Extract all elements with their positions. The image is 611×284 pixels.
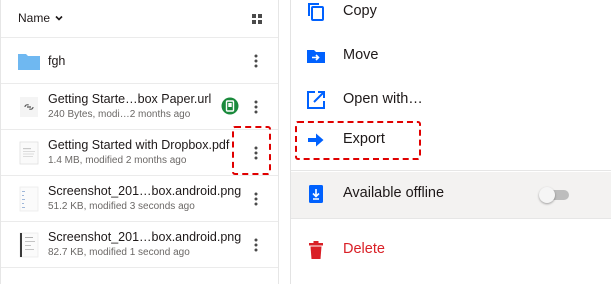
more-options-highlight [232, 126, 271, 175]
folder-icon [18, 54, 40, 70]
menu-divider [291, 170, 611, 171]
menu-item-available-offline[interactable]: Available offline [291, 172, 611, 218]
menu-item-copy[interactable]: Copy [291, 0, 611, 36]
file-name: Getting Starte…box Paper.url [48, 92, 212, 106]
export-highlight [295, 121, 421, 160]
sort-bar: Name [1, 0, 278, 38]
move-folder-icon [307, 50, 325, 63]
file-name: Getting Started with Dropbox.pdf [48, 138, 230, 152]
menu-item-label: Copy [343, 3, 377, 19]
toggle-knob [539, 187, 555, 203]
more-options-icon[interactable] [251, 53, 261, 69]
menu-divider [291, 218, 611, 219]
list-item[interactable]: Screenshot_201…box.android.png 51.2 KB, … [1, 176, 278, 222]
more-options-icon[interactable] [251, 99, 261, 115]
menu-item-label: Move [343, 47, 379, 63]
menu-item-delete[interactable]: Delete [291, 228, 611, 274]
file-meta: 240 Bytes, modi…2 months ago [48, 109, 191, 120]
context-menu-panel: Copy Move Open with… Export Available of… [290, 0, 611, 284]
file-meta: 1.4 MB, modified 2 months ago [48, 155, 187, 166]
copy-icon [308, 3, 324, 21]
image-thumbnail-icon [19, 232, 39, 258]
more-options-icon[interactable] [251, 237, 261, 253]
pdf-thumbnail-icon [19, 141, 39, 165]
more-options-icon[interactable] [251, 191, 261, 207]
list-item[interactable]: fgh [1, 38, 278, 84]
image-thumbnail-icon [19, 186, 39, 212]
trash-icon [309, 241, 323, 259]
grid-view-icon[interactable] [251, 13, 263, 25]
list-item[interactable]: Screenshot_201…box.android.png 82.7 KB, … [1, 222, 278, 268]
file-name: Screenshot_201…box.android.png [48, 184, 242, 198]
menu-item-label: Delete [343, 241, 385, 257]
available-offline-toggle[interactable] [539, 187, 569, 203]
file-name: fgh [48, 54, 66, 68]
list-item[interactable]: Getting Starte…box Paper.url 240 Bytes, … [1, 84, 278, 130]
file-meta: 82.7 KB, modified 1 second ago [48, 247, 190, 258]
file-name: Screenshot_201…box.android.png [48, 230, 242, 244]
available-offline-badge-icon [221, 97, 239, 115]
menu-item-label: Available offline [343, 185, 445, 201]
menu-item-label: Open with… [343, 91, 423, 107]
offline-download-icon [309, 185, 323, 203]
open-external-icon [307, 91, 325, 109]
sort-label: Name [18, 11, 51, 25]
chevron-down-icon [55, 15, 63, 21]
menu-item-move[interactable]: Move [291, 34, 611, 80]
link-file-icon [20, 97, 38, 117]
file-list-panel: Name fgh Getting Starte…box Paper.url 24… [0, 0, 279, 284]
sort-by-name-button[interactable]: Name [18, 11, 64, 25]
file-meta: 51.2 KB, modified 3 seconds ago [48, 201, 195, 212]
